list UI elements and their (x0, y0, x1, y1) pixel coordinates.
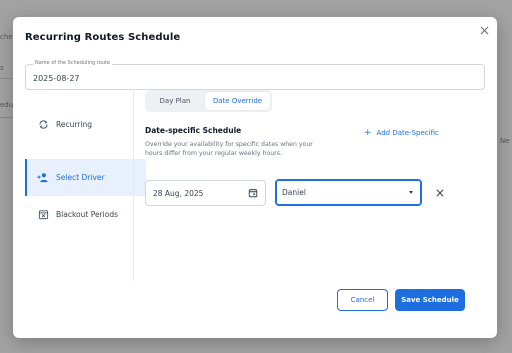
background-fragment: edu (0, 101, 14, 109)
section-title: Date-specific Schedule (145, 126, 242, 135)
tab-day-plan[interactable]: Day Plan (148, 92, 202, 110)
close-button[interactable] (477, 23, 491, 37)
save-schedule-button[interactable]: Save Schedule (395, 289, 465, 311)
route-name-field[interactable]: Name of the Scheduling route (25, 60, 485, 90)
background-divider (0, 117, 13, 118)
remove-override-button[interactable] (433, 186, 447, 200)
calendar-icon[interactable] (248, 188, 258, 198)
add-date-specific-button[interactable]: + Add Date-Specific (364, 128, 439, 138)
driver-select-value: Daniel (282, 188, 306, 197)
sidebar-item-label: Recurring (56, 120, 92, 129)
sidebar: Recurring Select Driver Blackout Periods (25, 106, 146, 298)
modal-title: Recurring Routes Schedule (25, 32, 181, 43)
plus-icon: + (364, 128, 372, 138)
background-divider (0, 78, 13, 79)
add-person-icon (37, 172, 49, 184)
override-date-value: 28 Aug, 2025 (153, 188, 204, 198)
chevron-down-icon (409, 191, 413, 194)
override-date-field[interactable]: 28 Aug, 2025 (145, 180, 266, 206)
background-fragment: che (0, 33, 13, 41)
sidebar-divider (133, 89, 134, 281)
sidebar-item-recurring[interactable]: Recurring (25, 106, 146, 143)
close-icon (436, 189, 444, 197)
schedule-mode-toggle: Day Plan Date Override (145, 90, 272, 112)
background-fragment: s (0, 64, 4, 72)
sidebar-item-label: Select Driver (56, 173, 105, 182)
calendar-x-icon (37, 209, 49, 221)
route-name-input[interactable] (26, 65, 484, 89)
section-description: Override your availability for specific … (145, 141, 313, 157)
cancel-button[interactable]: Cancel (337, 289, 388, 311)
driver-select[interactable]: Daniel (275, 179, 422, 206)
add-date-specific-label: Add Date-Specific (376, 129, 439, 137)
sidebar-item-label: Blackout Periods (56, 210, 118, 219)
recurring-icon (37, 119, 49, 131)
sidebar-item-blackout-periods[interactable]: Blackout Periods (25, 196, 146, 233)
background-fragment: Ne (500, 137, 510, 145)
tab-date-override[interactable]: Date Override (205, 92, 270, 110)
close-icon (480, 26, 488, 34)
sidebar-item-select-driver[interactable]: Select Driver (25, 159, 146, 196)
